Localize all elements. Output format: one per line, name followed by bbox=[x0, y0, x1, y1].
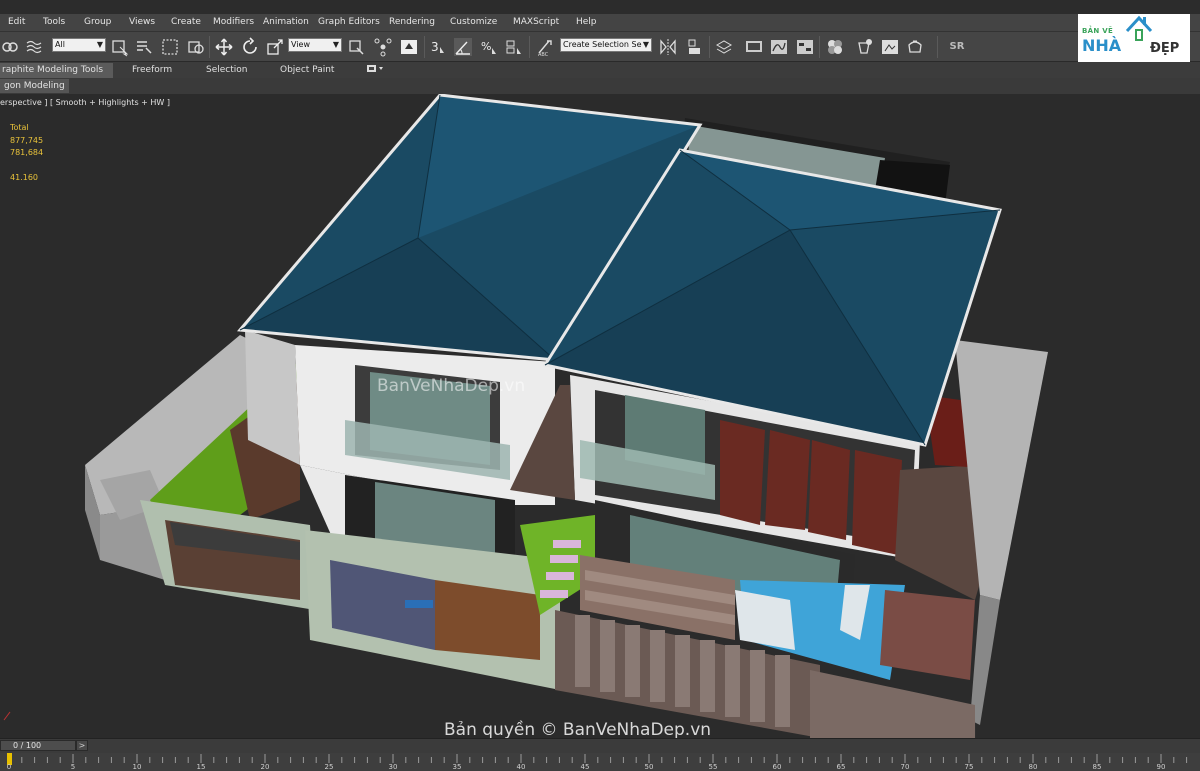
menu-views[interactable]: Views bbox=[129, 17, 155, 27]
track-bar-label: 45 bbox=[580, 763, 590, 771]
select-and-manipulate-icon[interactable] bbox=[399, 37, 419, 57]
track-bar-label: 20 bbox=[260, 763, 270, 771]
reference-coordinate-dropdown[interactable]: View ▼ bbox=[288, 38, 342, 52]
track-bar-label: 70 bbox=[900, 763, 910, 771]
rotate-icon[interactable] bbox=[240, 37, 260, 57]
main-toolbar: All ▼ View ▼ 3 % ABC Create Selection Se ▼ … bbox=[0, 32, 1200, 62]
curve-editor-icon[interactable] bbox=[769, 37, 789, 57]
track-bar-label: 25 bbox=[324, 763, 334, 771]
graphite-toggle-icon[interactable] bbox=[744, 37, 764, 57]
tab-freeform[interactable]: Freeform bbox=[132, 65, 172, 75]
track-bar-label: 15 bbox=[196, 763, 206, 771]
manipulate-icon[interactable] bbox=[373, 37, 393, 57]
track-bar-label: 40 bbox=[516, 763, 526, 771]
svg-text:ABC: ABC bbox=[538, 52, 549, 57]
time-slider[interactable]: 0 / 100 bbox=[0, 740, 76, 751]
track-bar-ticks bbox=[8, 754, 1188, 763]
time-slider-next-button[interactable]: > bbox=[76, 740, 88, 751]
toolbar-separator bbox=[709, 36, 710, 58]
menu-create[interactable]: Create bbox=[171, 17, 201, 27]
perspective-viewport[interactable]: erspective ] [ Smooth + Highlights + HW … bbox=[0, 94, 1200, 738]
track-bar-label: 35 bbox=[452, 763, 462, 771]
ribbon-options-icon[interactable] bbox=[367, 64, 385, 77]
polygon-modeling-panel[interactable]: gon Modeling bbox=[0, 79, 69, 93]
schematic-view-icon[interactable] bbox=[795, 37, 815, 57]
menu-modifiers[interactable]: Modifiers bbox=[213, 17, 254, 27]
render-icon[interactable] bbox=[905, 37, 925, 57]
menu-group[interactable]: Group bbox=[84, 17, 111, 27]
menu-rendering[interactable]: Rendering bbox=[389, 17, 435, 27]
layer-manager-icon[interactable] bbox=[714, 37, 734, 57]
toolbar-separator bbox=[937, 36, 938, 58]
track-bar[interactable]: 0 5 10 15 20 25 30 35 40 45 50 55 60 65 70 75 80 85 90 bbox=[0, 753, 1200, 771]
logo-line-3: ĐẸP bbox=[1150, 41, 1180, 56]
watermark-bottom: Bản quyền © BanVeNhaDep.vn bbox=[444, 720, 712, 738]
sr-button[interactable]: SR bbox=[945, 37, 969, 57]
named-selection-set-dropdown[interactable]: Create Selection Se ▼ bbox=[560, 38, 652, 52]
menu-tools[interactable]: Tools bbox=[43, 17, 65, 27]
percent-snap-icon[interactable]: % bbox=[479, 37, 499, 57]
track-bar-label: 10 bbox=[132, 763, 142, 771]
brand-logo: BẢN VẼ NHÀ ĐẸP bbox=[1078, 14, 1190, 62]
track-bar-label: 65 bbox=[836, 763, 846, 771]
track-bar-label: 0 bbox=[6, 763, 12, 771]
pivot-icon[interactable] bbox=[346, 37, 366, 57]
timeline: 0 / 100 > 0 5 10 15 20 25 30 35 40 45 50 55 60 65 70 75… bbox=[0, 738, 1200, 771]
toolbar-separator bbox=[209, 36, 210, 58]
tab-graphite-modeling-tools[interactable]: raphite Modeling Tools bbox=[0, 63, 114, 78]
link-icon[interactable] bbox=[0, 37, 20, 57]
tab-object-paint[interactable]: Object Paint bbox=[280, 65, 334, 75]
track-bar-label: 90 bbox=[1156, 763, 1166, 771]
svg-text:3: 3 bbox=[431, 40, 439, 54]
edit-named-selection-icon[interactable]: ABC bbox=[535, 37, 555, 58]
selection-filter-dropdown[interactable]: All ▼ bbox=[52, 38, 106, 52]
rendered-frame-icon[interactable] bbox=[880, 37, 900, 57]
mirror-icon[interactable] bbox=[658, 37, 678, 57]
toolbar-separator bbox=[424, 36, 425, 58]
track-bar-label: 85 bbox=[1092, 763, 1102, 771]
move-icon[interactable] bbox=[214, 37, 234, 57]
track-bar-label: 5 bbox=[70, 763, 76, 771]
track-bar-label: 75 bbox=[964, 763, 974, 771]
ribbon-tabs: raphite Modeling Tools Freeform Selectio… bbox=[0, 62, 1200, 78]
menu-help[interactable]: Help bbox=[576, 17, 597, 27]
track-bar-label: 30 bbox=[388, 763, 398, 771]
select-object-icon[interactable] bbox=[110, 37, 130, 57]
spinner-snap-icon[interactable] bbox=[504, 37, 524, 57]
house-icon bbox=[1125, 15, 1153, 41]
watermark-center: BanVeNhaDep.vn bbox=[377, 376, 526, 396]
tab-selection[interactable]: Selection bbox=[206, 65, 247, 75]
menu-edit[interactable]: Edit bbox=[8, 17, 25, 27]
menu-customize[interactable]: Customize bbox=[450, 17, 497, 27]
window-crossing-icon[interactable] bbox=[186, 37, 206, 57]
ribbon-panel-bar: gon Modeling bbox=[0, 78, 1200, 94]
material-editor-icon[interactable] bbox=[825, 37, 845, 57]
render-setup-icon[interactable] bbox=[854, 37, 874, 57]
menu-animation[interactable]: Animation bbox=[263, 17, 309, 27]
logo-line-1: BẢN VẼ bbox=[1082, 27, 1114, 35]
align-icon[interactable] bbox=[685, 37, 705, 57]
scale-icon[interactable] bbox=[265, 37, 285, 57]
track-bar-label: 50 bbox=[644, 763, 654, 771]
house-model-render bbox=[3, 94, 1048, 738]
logo-line-2: NHÀ bbox=[1082, 36, 1122, 55]
track-bar-label: 80 bbox=[1028, 763, 1038, 771]
menu-graph-editors[interactable]: Graph Editors bbox=[318, 17, 380, 27]
track-bar-label: 55 bbox=[708, 763, 718, 771]
snap-toggle-icon[interactable]: 3 bbox=[428, 37, 448, 57]
menu-bar: Edit Tools Group Views Create Modifiers … bbox=[0, 14, 1200, 32]
angle-snap-icon[interactable] bbox=[453, 37, 473, 57]
menu-maxscript[interactable]: MAXScript bbox=[513, 17, 559, 27]
svg-text:%: % bbox=[481, 40, 491, 53]
rectangular-region-icon[interactable] bbox=[160, 37, 180, 57]
select-by-name-icon[interactable] bbox=[134, 37, 154, 57]
toolbar-separator bbox=[529, 36, 530, 58]
toolbar-separator bbox=[819, 36, 820, 58]
track-bar-label: 60 bbox=[772, 763, 782, 771]
bind-spacewarp-icon[interactable] bbox=[24, 37, 44, 57]
